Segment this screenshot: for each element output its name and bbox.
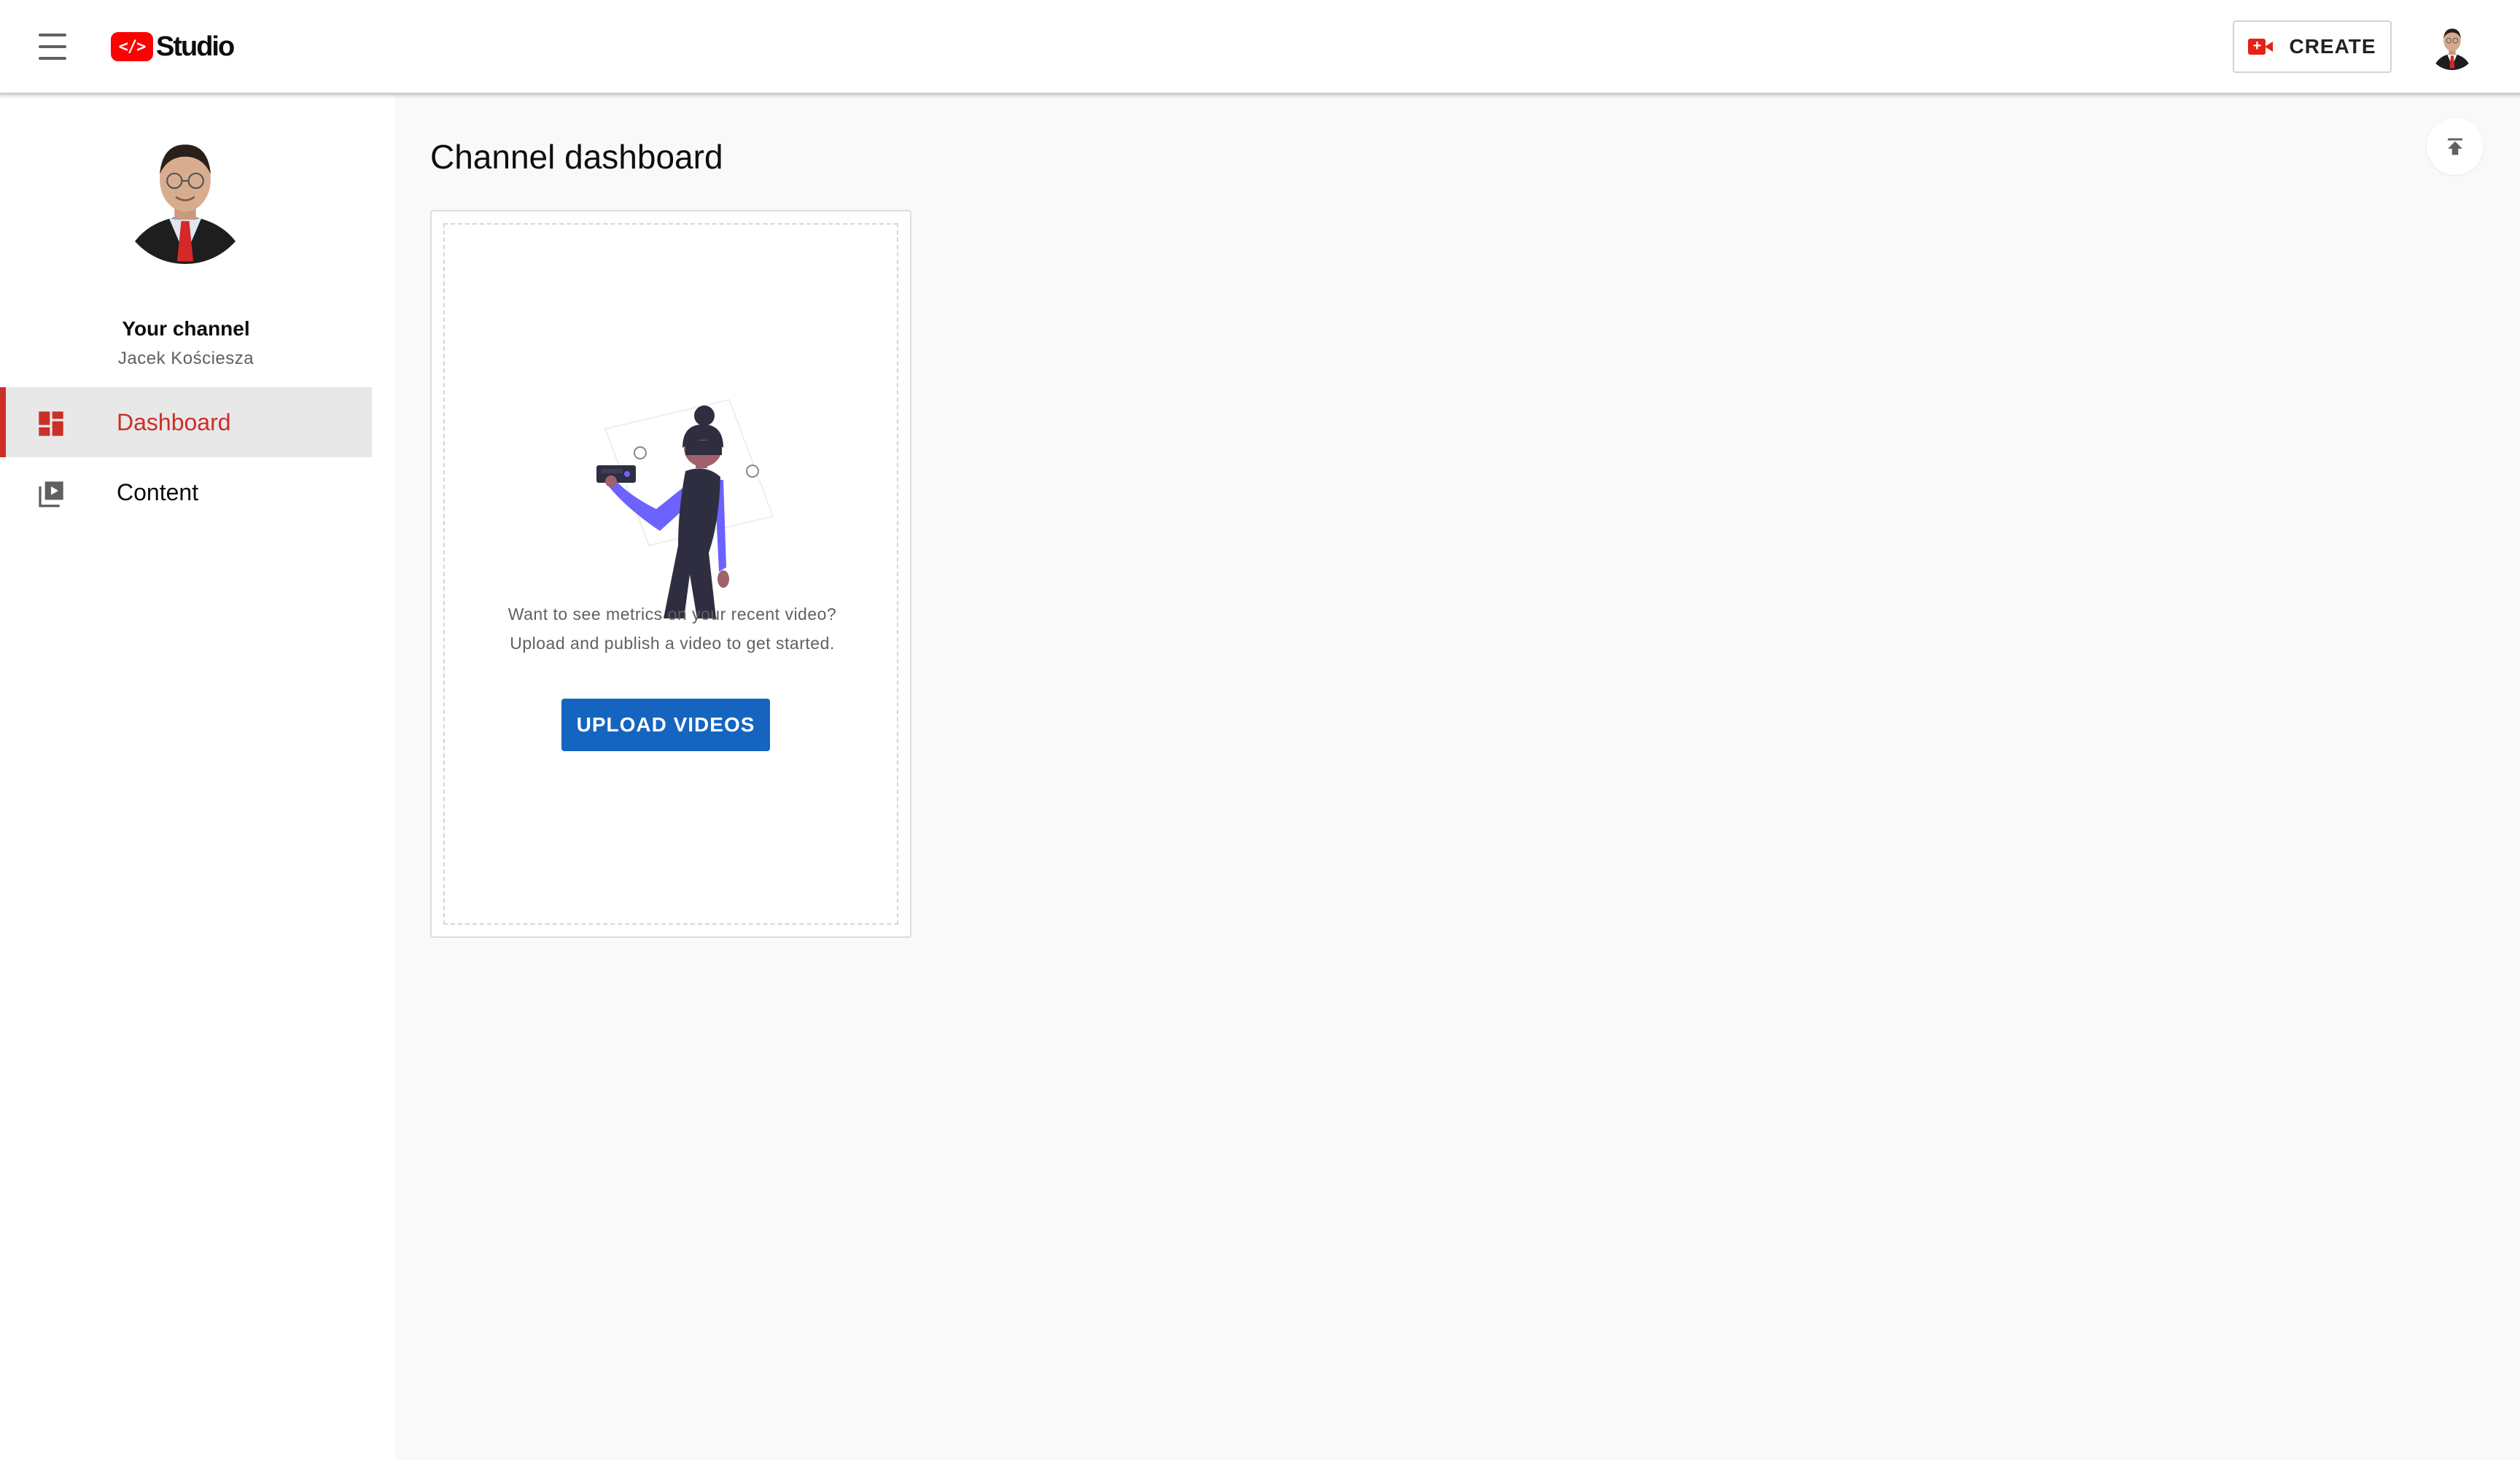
video-metrics-card: Want to see metrics on your recent video…	[430, 210, 911, 938]
card-dashed-area: Want to see metrics on your recent video…	[443, 223, 898, 925]
upload-button[interactable]	[2427, 118, 2484, 175]
person-with-camera-illustration	[596, 398, 774, 618]
sidebar: Your channel Jacek Kościesza Dashboard C…	[0, 95, 395, 1460]
sidebar-item-label: Dashboard	[117, 408, 231, 435]
sidebar-item-dashboard[interactable]: Dashboard	[0, 387, 372, 457]
account-avatar[interactable]	[2428, 22, 2476, 70]
empty-state-message-line2: Upload and publish a video to get starte…	[510, 634, 835, 653]
studio-logo-text: Studio	[156, 31, 235, 62]
upload-icon	[2448, 138, 2462, 155]
upload-videos-button[interactable]: UPLOAD VIDEOS	[561, 699, 770, 751]
hamburger-menu-icon[interactable]	[32, 29, 73, 64]
channel-title: Your channel	[122, 317, 250, 340]
studio-logo[interactable]: </> Studio	[111, 31, 235, 63]
create-button-label: CREATE	[2289, 35, 2376, 58]
sidebar-item-content[interactable]: Content	[0, 457, 372, 527]
top-app-bar: </> Studio + CREATE	[0, 0, 2520, 95]
studio-logo-badge: </>	[111, 32, 153, 61]
create-button[interactable]: + CREATE	[2233, 20, 2392, 73]
empty-state-message-line1: Want to see metrics on your recent video…	[508, 605, 837, 624]
sidebar-item-label: Content	[117, 478, 199, 505]
channel-name: Jacek Kościesza	[117, 349, 254, 368]
page-title: Channel dashboard	[430, 137, 723, 176]
video-library-icon	[39, 481, 63, 508]
channel-avatar[interactable]	[118, 130, 252, 264]
dashboard-icon	[39, 411, 63, 436]
create-video-icon: +	[2248, 38, 2274, 55]
